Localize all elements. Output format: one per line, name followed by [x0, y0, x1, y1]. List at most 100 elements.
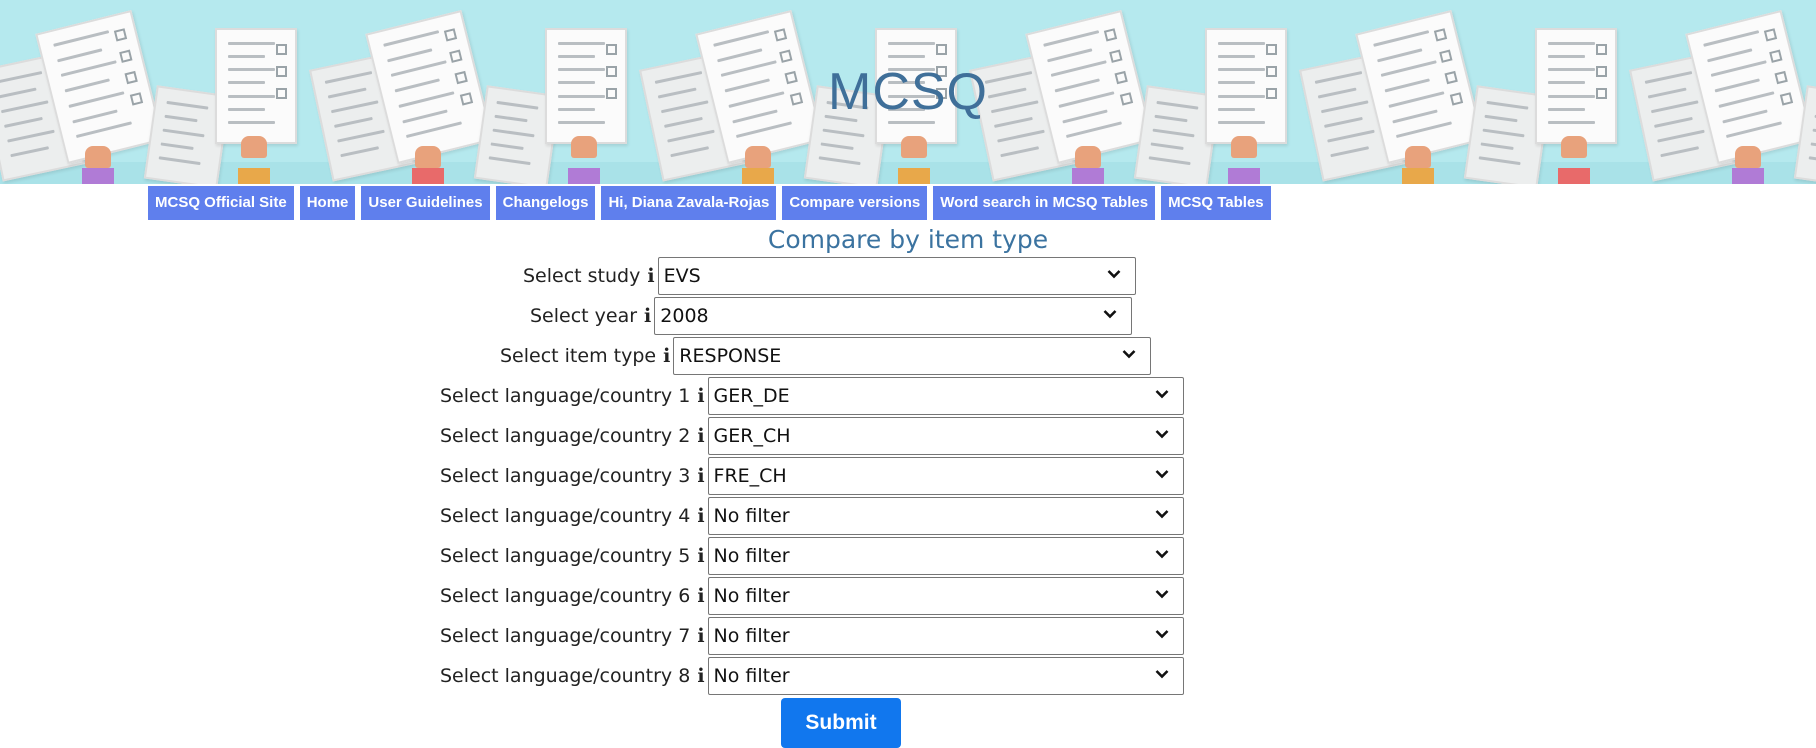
select-value: No filter	[713, 665, 790, 687]
field-label: Select language/country 7	[440, 625, 691, 647]
nav-compare-versions[interactable]: Compare versions	[782, 186, 928, 220]
info-icon[interactable]: i	[697, 625, 704, 647]
field-row-language-7: Select language/country 7 i No filter	[440, 616, 1184, 656]
sleeve-graphic	[1401, 168, 1434, 184]
sleeve-graphic	[741, 168, 774, 184]
chevron-down-icon	[1155, 510, 1168, 519]
field-row-language-6: Select language/country 6 i No filter	[440, 576, 1184, 616]
field-label: Select year	[530, 305, 638, 327]
nav-user-guidelines[interactable]: User Guidelines	[361, 186, 490, 220]
hand-graphic	[1074, 146, 1101, 168]
sleeve-graphic	[238, 168, 270, 184]
field-row-language-8: Select language/country 8 i No filter	[440, 656, 1184, 696]
language-6-select[interactable]: No filter	[707, 577, 1184, 615]
select-value: GER_DE	[713, 385, 790, 407]
select-value: 2008	[660, 305, 709, 327]
sleeve-graphic	[1228, 168, 1260, 184]
select-value: No filter	[713, 585, 790, 607]
main-nav: MCSQ Official Site Home User Guidelines …	[148, 186, 1271, 220]
study-select[interactable]: EVS	[657, 257, 1136, 295]
field-label: Select language/country 5	[440, 545, 691, 567]
select-value: RESPONSE	[679, 345, 782, 367]
language-4-select[interactable]: No filter	[707, 497, 1184, 535]
field-row-item-type: Select item type i RESPONSE	[500, 336, 1152, 376]
select-value: GER_CH	[713, 425, 791, 447]
select-value: EVS	[663, 265, 701, 287]
hand-graphic	[84, 146, 111, 168]
hand-graphic	[1231, 136, 1257, 158]
field-label: Select language/country 4	[440, 505, 691, 527]
info-icon[interactable]: i	[697, 505, 704, 527]
header-banner: MCSQ	[0, 0, 1816, 184]
field-row-study: Select study i EVS	[523, 256, 1136, 296]
sleeve-graphic	[1071, 168, 1104, 184]
chevron-down-icon	[1103, 310, 1117, 319]
hand-graphic	[571, 136, 597, 158]
language-3-select[interactable]: FRE_CH	[707, 457, 1184, 495]
sleeve-graphic	[81, 168, 114, 184]
hand-graphic	[1561, 136, 1587, 158]
select-value: No filter	[713, 545, 790, 567]
info-icon[interactable]: i	[697, 385, 704, 407]
nav-mcsq-official-site[interactable]: MCSQ Official Site	[148, 186, 294, 220]
language-1-select[interactable]: GER_DE	[707, 377, 1184, 415]
info-icon[interactable]: i	[644, 305, 651, 327]
chevron-down-icon	[1155, 550, 1168, 559]
chevron-down-icon	[1155, 430, 1168, 439]
form-heading: Compare by item type	[767, 225, 1049, 254]
language-8-select[interactable]: No filter	[707, 657, 1184, 695]
info-icon[interactable]: i	[697, 585, 704, 607]
field-label: Select language/country 3	[440, 465, 691, 487]
item-type-select[interactable]: RESPONSE	[673, 337, 1152, 375]
field-label: Select language/country 2	[440, 425, 691, 447]
select-value: No filter	[713, 505, 790, 527]
nav-mcsq-tables[interactable]: MCSQ Tables	[1161, 186, 1271, 220]
field-row-language-2: Select language/country 2 i GER_CH	[440, 416, 1184, 456]
info-icon[interactable]: i	[663, 345, 670, 367]
nav-user-greeting[interactable]: Hi, Diana Zavala-Rojas	[601, 186, 777, 220]
nav-changelogs[interactable]: Changelogs	[495, 186, 596, 220]
field-row-language-3: Select language/country 3 i FRE_CH	[440, 456, 1184, 496]
select-value: FRE_CH	[713, 465, 787, 487]
field-row-year: Select year i 2008	[530, 296, 1133, 336]
info-icon[interactable]: i	[697, 465, 704, 487]
sleeve-graphic	[898, 168, 930, 184]
chevron-down-icon	[1155, 630, 1168, 639]
info-icon[interactable]: i	[697, 425, 704, 447]
language-2-select[interactable]: GER_CH	[707, 417, 1184, 455]
info-icon[interactable]: i	[697, 545, 704, 567]
chevron-down-icon	[1122, 350, 1136, 359]
field-label: Select language/country 8	[440, 665, 691, 687]
hand-graphic	[241, 136, 267, 158]
hand-graphic	[1404, 146, 1431, 168]
field-row-language-4: Select language/country 4 i No filter	[440, 496, 1184, 536]
hand-graphic	[414, 146, 441, 168]
submit-button[interactable]: Submit	[781, 698, 901, 748]
info-icon[interactable]: i	[647, 265, 654, 287]
chevron-down-icon	[1155, 670, 1168, 679]
field-row-language-1: Select language/country 1 i GER_DE	[440, 376, 1184, 416]
hand-graphic	[1734, 146, 1761, 168]
language-7-select[interactable]: No filter	[707, 617, 1184, 655]
field-label: Select language/country 1	[440, 385, 691, 407]
language-5-select[interactable]: No filter	[707, 537, 1184, 575]
field-label: Select item type	[500, 345, 657, 367]
chevron-down-icon	[1155, 590, 1168, 599]
sleeve-graphic	[1558, 168, 1590, 184]
site-title: MCSQ	[828, 63, 988, 121]
hand-graphic	[744, 146, 771, 168]
hand-graphic	[901, 136, 927, 158]
chevron-down-icon	[1155, 390, 1168, 399]
sleeve-graphic	[1731, 168, 1764, 184]
chevron-down-icon	[1107, 270, 1120, 279]
select-value: No filter	[713, 625, 790, 647]
field-label: Select language/country 6	[440, 585, 691, 607]
field-label: Select study	[523, 265, 641, 287]
nav-word-search[interactable]: Word search in MCSQ Tables	[933, 186, 1156, 220]
info-icon[interactable]: i	[697, 665, 704, 687]
sleeve-graphic	[411, 168, 444, 184]
chevron-down-icon	[1155, 470, 1168, 479]
sleeve-graphic	[568, 168, 600, 184]
year-select[interactable]: 2008	[654, 297, 1133, 335]
nav-home[interactable]: Home	[299, 186, 356, 220]
